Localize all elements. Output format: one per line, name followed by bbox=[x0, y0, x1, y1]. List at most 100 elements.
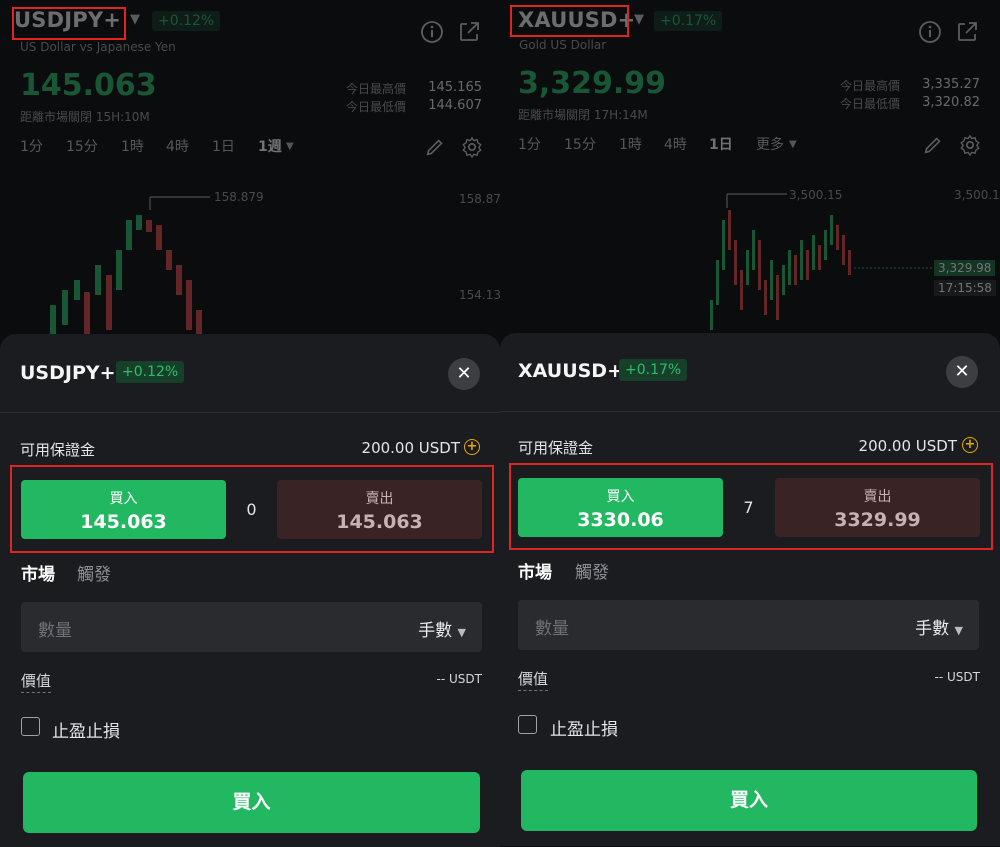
candlestick-chart[interactable] bbox=[0, 180, 500, 340]
buy-price-button[interactable]: 買入 3330.06 bbox=[518, 478, 723, 537]
change-badge: +0.17% bbox=[654, 11, 723, 31]
current-price: 3,329.99 bbox=[518, 66, 667, 101]
sheet-change-badge: +0.12% bbox=[116, 361, 185, 383]
chart-background: XAUUSD+ ▼ +0.17% Gold US Dollar 3,329.99… bbox=[500, 0, 1000, 340]
close-icon: ✕ bbox=[456, 363, 472, 384]
quantity-input[interactable]: 數量 手數 ▼ bbox=[21, 602, 482, 652]
info-icon[interactable] bbox=[420, 20, 444, 44]
day-high-value: 145.165 bbox=[428, 80, 482, 95]
timeframe-tab[interactable]: 4時 bbox=[166, 136, 189, 156]
last-price-tag: 3,329.98 bbox=[934, 260, 996, 276]
symbol-highlight-box bbox=[510, 5, 629, 37]
timeframe-tab[interactable]: 1時 bbox=[121, 136, 144, 156]
day-low-value: 144.607 bbox=[428, 98, 482, 113]
tpsl-label[interactable]: 止盈止損 bbox=[52, 717, 120, 742]
chevron-down-icon[interactable]: ▼ bbox=[789, 139, 797, 150]
tpsl-label[interactable]: 止盈止損 bbox=[550, 715, 618, 740]
timeframe-tab[interactable]: 15分 bbox=[66, 136, 98, 156]
chevron-down-icon[interactable]: ▼ bbox=[634, 12, 644, 27]
chart-high-marker: 3,500.15 bbox=[789, 188, 843, 202]
trading-panel-xauusd: XAUUSD+ ▼ +0.17% Gold US Dollar 3,329.99… bbox=[500, 0, 1000, 847]
day-high-value: 3,335.27 bbox=[922, 77, 980, 92]
timeframe-tab[interactable]: 1分 bbox=[518, 134, 541, 154]
available-margin-label: 可用保證金 bbox=[518, 439, 594, 457]
chevron-down-icon[interactable]: ▼ bbox=[130, 12, 140, 27]
current-price: 145.063 bbox=[20, 68, 157, 103]
day-high-label: 今日最高價 bbox=[839, 79, 900, 93]
tab-market[interactable]: 市場 bbox=[21, 560, 55, 585]
chevron-down-icon: ▼ bbox=[457, 626, 466, 639]
day-low-label: 今日最低價 bbox=[839, 97, 900, 111]
pencil-icon[interactable] bbox=[424, 136, 446, 158]
sheet-symbol: XAUUSD+ bbox=[518, 360, 624, 382]
external-link-icon[interactable] bbox=[457, 20, 481, 44]
sell-label: 賣出 bbox=[365, 491, 394, 507]
sheet-symbol: USDJPY+ bbox=[20, 362, 116, 384]
tab-trigger[interactable]: 觸發 bbox=[77, 560, 111, 585]
value-label: 價值 bbox=[21, 670, 52, 693]
y-axis-label: 3,500.15 bbox=[954, 188, 1000, 202]
chart-high-marker: 158.879 bbox=[214, 190, 264, 204]
tab-market[interactable]: 市場 bbox=[518, 558, 552, 583]
order-sheet: USDJPY+ +0.12% ✕ 可用保證金 200.00 USDT + 買入 … bbox=[0, 334, 500, 847]
external-link-icon[interactable] bbox=[955, 20, 979, 44]
change-badge: +0.12% bbox=[152, 11, 221, 31]
submit-buy-button[interactable]: 買入 bbox=[23, 772, 480, 833]
sheet-change-badge: +0.17% bbox=[619, 359, 688, 381]
timeframe-tab[interactable]: 1分 bbox=[20, 136, 43, 156]
symbol-description: Gold US Dollar bbox=[519, 38, 607, 52]
timeframe-tab[interactable]: 15分 bbox=[564, 134, 596, 154]
divider bbox=[0, 412, 500, 413]
sell-price-button[interactable]: 賣出 3329.99 bbox=[775, 478, 980, 537]
chevron-down-icon: ▼ bbox=[954, 624, 963, 637]
divider bbox=[500, 411, 1000, 412]
unit-select[interactable]: 手數 ▼ bbox=[915, 614, 963, 639]
symbol-description: US Dollar vs Japanese Yen bbox=[20, 40, 176, 54]
spread-value: 7 bbox=[743, 498, 754, 517]
chevron-down-icon[interactable]: ▼ bbox=[286, 141, 294, 152]
value-label: 價值 bbox=[518, 668, 549, 691]
y-axis-label: 158.879 bbox=[459, 192, 500, 206]
timeframe-tab[interactable]: 4時 bbox=[664, 134, 687, 154]
quantity-input[interactable]: 數量 手數 ▼ bbox=[518, 600, 979, 650]
timeframe-tab-more[interactable]: 更多 bbox=[756, 134, 784, 154]
unit-select[interactable]: 手數 ▼ bbox=[418, 616, 466, 641]
sell-price-button[interactable]: 賣出 145.063 bbox=[277, 480, 482, 539]
quantity-placeholder: 數量 bbox=[38, 621, 72, 641]
timeframe-tab-active[interactable]: 1日 bbox=[709, 134, 733, 154]
submit-buy-button[interactable]: 買入 bbox=[521, 770, 977, 831]
buy-label: 買入 bbox=[109, 491, 138, 507]
candlestick-chart[interactable] bbox=[500, 180, 1000, 340]
buy-price-button[interactable]: 買入 145.063 bbox=[21, 480, 226, 539]
sell-price: 3329.99 bbox=[834, 509, 921, 531]
pencil-icon[interactable] bbox=[922, 134, 944, 156]
timeframe-tab-active[interactable]: 1週 bbox=[258, 136, 282, 156]
unit-label: 手數 bbox=[915, 619, 950, 639]
close-icon: ✕ bbox=[954, 361, 970, 382]
tpsl-checkbox[interactable] bbox=[21, 717, 40, 736]
order-sheet: XAUUSD+ +0.17% ✕ 可用保證金 200.00 USDT + 買入 … bbox=[500, 333, 1000, 846]
value-amount: -- USDT bbox=[934, 670, 980, 684]
available-margin-label: 可用保證金 bbox=[20, 441, 96, 459]
sell-label: 賣出 bbox=[863, 489, 892, 505]
buy-label: 買入 bbox=[606, 489, 635, 505]
gear-icon[interactable] bbox=[959, 134, 981, 156]
gear-icon[interactable] bbox=[461, 136, 483, 158]
market-close-countdown: 距離市場關閉 17H:14M bbox=[518, 108, 648, 122]
available-margin-value: 200.00 USDT bbox=[858, 437, 957, 455]
unit-label: 手數 bbox=[418, 621, 453, 641]
tab-trigger[interactable]: 觸發 bbox=[575, 558, 609, 583]
close-button[interactable]: ✕ bbox=[448, 358, 480, 390]
available-margin-value: 200.00 USDT bbox=[361, 439, 460, 457]
day-high-label: 今日最高價 bbox=[345, 82, 406, 96]
timeframe-tab[interactable]: 1日 bbox=[212, 136, 235, 156]
add-margin-icon[interactable]: + bbox=[464, 439, 480, 455]
spread-value: 0 bbox=[246, 500, 257, 519]
trading-panel-usdjpy: USDJPY+ ▼ +0.12% US Dollar vs Japanese Y… bbox=[0, 0, 500, 847]
close-button[interactable]: ✕ bbox=[946, 356, 978, 388]
info-icon[interactable] bbox=[918, 20, 942, 44]
value-amount: -- USDT bbox=[436, 672, 482, 686]
add-margin-icon[interactable]: + bbox=[962, 437, 978, 453]
timeframe-tab[interactable]: 1時 bbox=[619, 134, 642, 154]
tpsl-checkbox[interactable] bbox=[518, 715, 537, 734]
